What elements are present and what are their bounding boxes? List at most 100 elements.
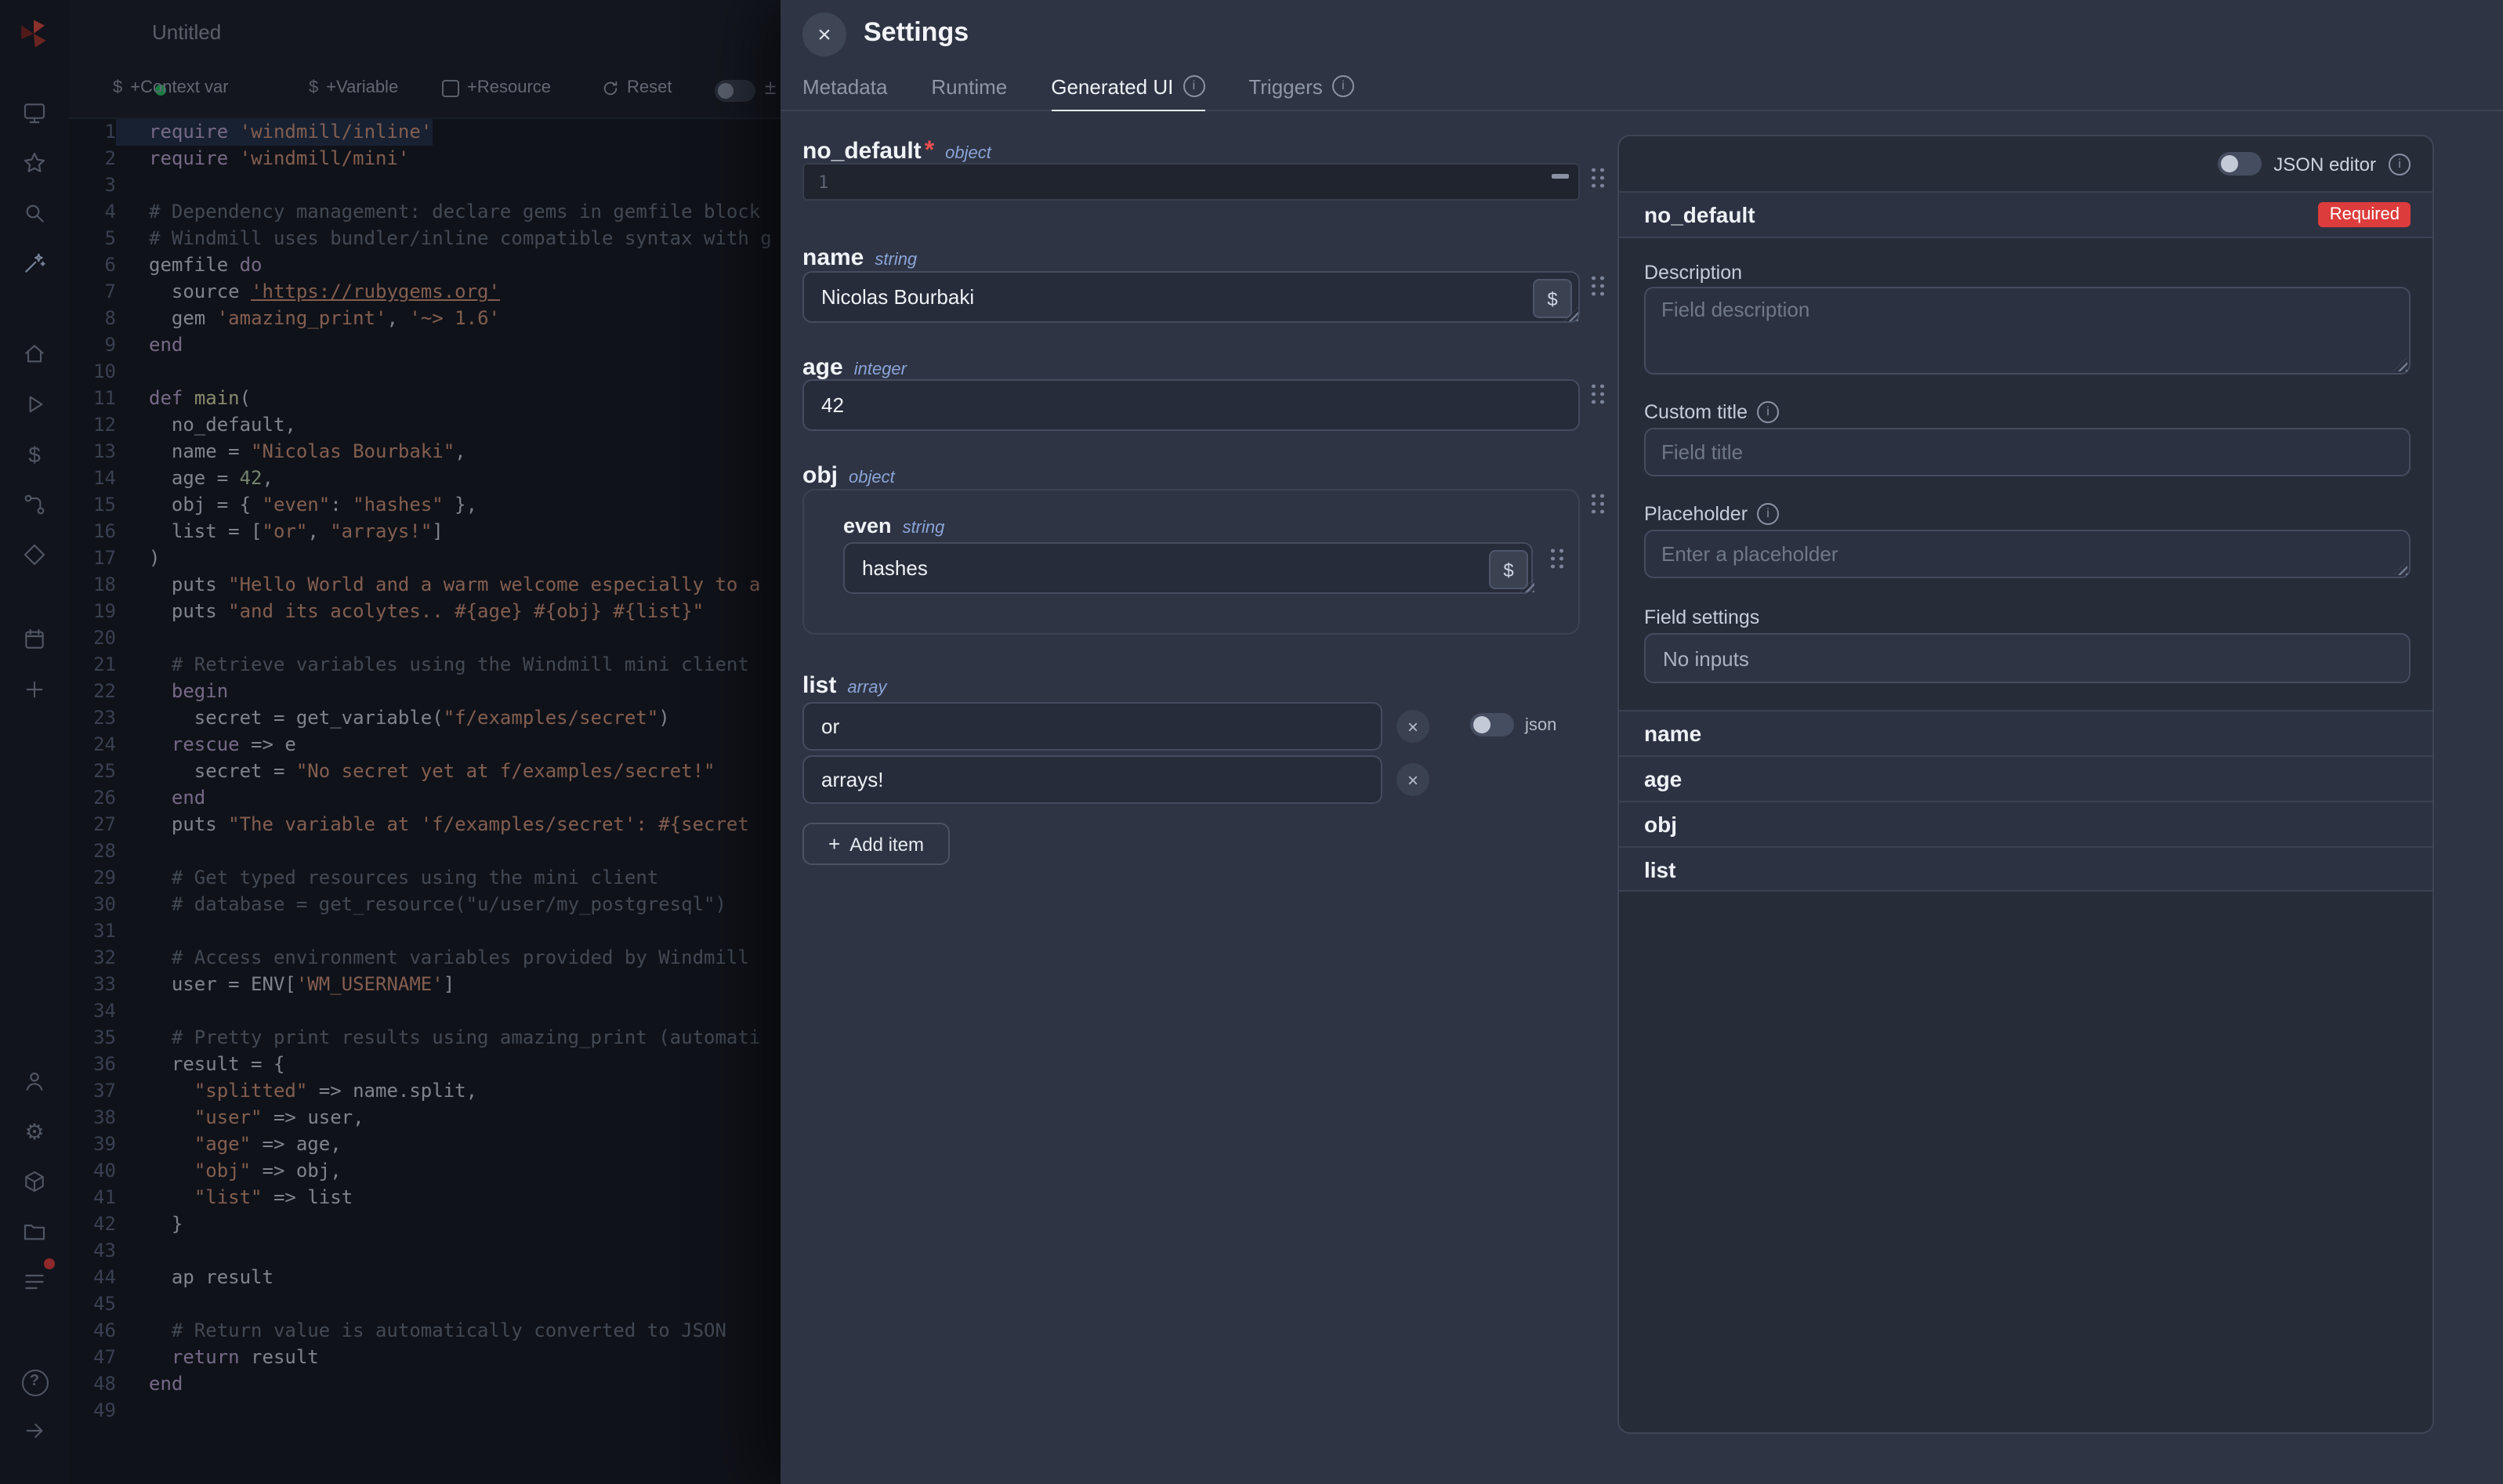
code-line[interactable]: 17) <box>69 545 781 572</box>
flows-icon[interactable] <box>20 490 49 519</box>
code-line[interactable]: 21 # Retrieve variables using the Windmi… <box>69 652 781 679</box>
code-line[interactable]: 42 } <box>69 1211 781 1238</box>
code-line[interactable]: 41 "list" => list <box>69 1185 781 1211</box>
tab-triggers[interactable]: Triggers <box>1248 69 1353 110</box>
custom-title-input[interactable] <box>1644 428 2411 476</box>
code-line[interactable]: 27 puts "The variable at 'f/examples/sec… <box>69 812 781 838</box>
description-input[interactable] <box>1644 287 2411 375</box>
code-line[interactable]: 34 <box>69 998 781 1025</box>
code-line[interactable]: 2require 'windmill/mini' <box>69 146 781 172</box>
code-line[interactable]: 20 <box>69 625 781 652</box>
resources-icon[interactable] <box>20 541 49 569</box>
inspector-row-list[interactable]: list <box>1619 846 2432 892</box>
no-default-json-input[interactable]: 1 <box>802 163 1580 201</box>
name-input[interactable] <box>802 271 1580 323</box>
code-line[interactable]: 46 # Return value is automatically conve… <box>69 1318 781 1345</box>
settings-gear-icon[interactable]: ⚙ <box>20 1117 49 1146</box>
reset-button[interactable]: Reset <box>602 78 672 97</box>
drag-handle[interactable] <box>1589 382 1606 406</box>
add-resource-button[interactable]: +Resource <box>442 78 551 97</box>
apps-icon[interactable] <box>20 99 49 127</box>
code-line[interactable]: 28 <box>69 838 781 865</box>
code-line[interactable]: 7 source 'https://rubygems.org' <box>69 279 781 306</box>
code-line[interactable]: 3 <box>69 172 781 199</box>
drag-handle[interactable] <box>1589 274 1606 298</box>
close-icon[interactable]: × <box>802 13 846 56</box>
code-line[interactable]: 15 obj = { "even": "hashes" }, <box>69 492 781 519</box>
code-line[interactable]: 9end <box>69 332 781 359</box>
json-editor-toggle[interactable] <box>2217 152 2261 176</box>
code-line[interactable]: 26 end <box>69 785 781 812</box>
windmill-logo-icon[interactable] <box>17 17 50 50</box>
code-line[interactable]: 18 puts "Hello World and a warm welcome … <box>69 572 781 599</box>
code-line[interactable]: 45 <box>69 1291 781 1318</box>
user-icon[interactable] <box>20 1067 49 1095</box>
inspector-row-name[interactable]: name <box>1619 710 2432 755</box>
code-line[interactable]: 22 begin <box>69 679 781 705</box>
code-line[interactable]: 24 rescue => e <box>69 732 781 758</box>
schedules-icon[interactable] <box>20 625 49 653</box>
code-line[interactable]: 11def main( <box>69 385 781 412</box>
code-line[interactable]: 35 # Pretty print results using amazing_… <box>69 1025 781 1051</box>
remove-item-icon[interactable]: × <box>1396 763 1429 796</box>
code-line[interactable]: 44 ap result <box>69 1265 781 1291</box>
home-icon[interactable] <box>20 340 49 368</box>
code-line[interactable]: 16 list = ["or", "arrays!"] <box>69 519 781 545</box>
code-line[interactable]: 30 # database = get_resource("u/user/my_… <box>69 892 781 918</box>
variable-picker-button[interactable]: $ <box>1489 550 1528 589</box>
list-item-input-0[interactable] <box>802 702 1382 751</box>
ai-wand-icon[interactable] <box>20 249 49 277</box>
code-line[interactable]: 37 "splitted" => name.split, <box>69 1078 781 1105</box>
code-line[interactable]: 6gemfile do <box>69 252 781 279</box>
code-line[interactable]: 29 # Get typed resources using the mini … <box>69 865 781 892</box>
code-line[interactable]: 40 "obj" => obj, <box>69 1158 781 1185</box>
tab-generated-ui[interactable]: Generated UI <box>1051 69 1204 110</box>
code-line[interactable]: 49 <box>69 1398 781 1424</box>
folders-icon[interactable] <box>20 1218 49 1246</box>
inspector-row-no-default[interactable]: no_default Required <box>1619 191 2432 238</box>
even-input[interactable] <box>843 542 1533 594</box>
workers-icon[interactable] <box>20 1167 49 1196</box>
variables-icon[interactable]: $ <box>20 440 49 469</box>
favorites-icon[interactable] <box>20 149 49 177</box>
drag-handle[interactable] <box>1589 166 1606 190</box>
code-line[interactable]: 14 age = 42, <box>69 465 781 492</box>
list-item-input-1[interactable] <box>802 755 1382 804</box>
runs-icon[interactable] <box>20 390 49 418</box>
code-lines[interactable]: 1require 'windmill/inline'2require 'wind… <box>69 119 781 1484</box>
code-line[interactable]: 43 <box>69 1238 781 1265</box>
add-item-button[interactable]: + Add item <box>802 823 950 865</box>
age-input[interactable] <box>802 379 1580 431</box>
code-line[interactable]: 39 "age" => age, <box>69 1131 781 1158</box>
code-line[interactable]: 4# Dependency management: declare gems i… <box>69 199 781 226</box>
code-line[interactable]: 33 user = ENV['WM_USERNAME'] <box>69 972 781 998</box>
code-line[interactable]: 32 # Access environment variables provid… <box>69 945 781 972</box>
code-line[interactable]: 12 no_default, <box>69 412 781 439</box>
code-line[interactable]: 23 secret = get_variable("f/examples/sec… <box>69 705 781 732</box>
variable-picker-button[interactable]: $ <box>1533 279 1572 318</box>
inspector-row-obj[interactable]: obj <box>1619 801 2432 846</box>
collapse-sidebar-icon[interactable] <box>20 1417 49 1445</box>
json-toggle[interactable] <box>1470 713 1514 737</box>
add-icon[interactable] <box>20 675 49 704</box>
editor-toggle[interactable] <box>715 80 755 102</box>
logs-icon[interactable] <box>20 1268 49 1296</box>
code-line[interactable]: 8 gem 'amazing_print', '~> 1.6' <box>69 306 781 332</box>
script-title[interactable]: Untitled <box>152 20 221 44</box>
code-line[interactable]: 38 "user" => user, <box>69 1105 781 1131</box>
inspector-row-age[interactable]: age <box>1619 755 2432 801</box>
field-settings-value[interactable]: No inputs <box>1644 633 2411 683</box>
drag-handle[interactable] <box>1589 492 1606 516</box>
code-line[interactable]: 19 puts "and its acolytes.. #{age} #{obj… <box>69 599 781 625</box>
remove-item-icon[interactable]: × <box>1396 710 1429 743</box>
code-line[interactable]: 10 <box>69 359 781 385</box>
code-line[interactable]: 48end <box>69 1371 781 1398</box>
placeholder-input[interactable] <box>1644 530 2411 578</box>
collapse-editor-icon[interactable] <box>1552 174 1569 179</box>
code-line[interactable]: 5# Windmill uses bundler/inline compatib… <box>69 226 781 252</box>
search-icon[interactable] <box>20 199 49 227</box>
add-variable-button[interactable]: $ +Variable <box>309 78 398 97</box>
code-line[interactable]: 36 result = { <box>69 1051 781 1078</box>
drag-handle[interactable] <box>1549 547 1566 570</box>
tab-metadata[interactable]: Metadata <box>802 69 887 110</box>
